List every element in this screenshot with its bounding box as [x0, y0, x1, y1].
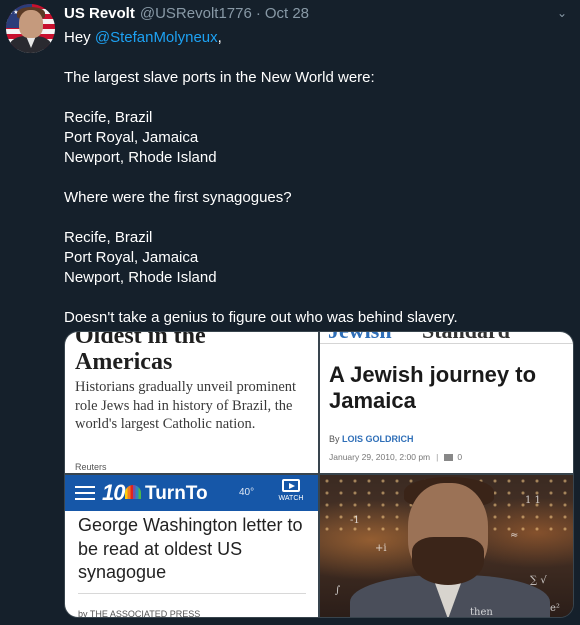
- greeting-line: Hey @StefanMolyneux,: [64, 28, 564, 48]
- closing-line: Doesn't take a genius to figure out who …: [64, 309, 458, 326]
- port-line: Port Royal, Jamaica: [64, 129, 199, 146]
- author-handle[interactable]: @USRevolt1776: [140, 5, 252, 22]
- article-date: January 29, 2010, 2:00 pm: [329, 452, 431, 462]
- meta-separator: |: [436, 452, 439, 462]
- article-meta: January 29, 2010, 2:00 pm | 0: [329, 452, 462, 462]
- question-line: Where were the first synagogues?: [64, 189, 292, 206]
- math-overlay: then: [470, 607, 493, 618]
- author-name[interactable]: US Revolt: [64, 5, 135, 22]
- divider: [78, 593, 306, 594]
- watch-label: WATCH: [278, 495, 304, 502]
- article-headline: Americas: [75, 349, 173, 375]
- media-tile-brazil-article[interactable]: Oldest in the Americas Historians gradua…: [65, 332, 318, 473]
- man-beard: [412, 537, 484, 585]
- separator: ·: [255, 5, 261, 22]
- greeting-prefix: Hey: [64, 29, 95, 46]
- port-line: Recife, Brazil: [64, 109, 153, 126]
- article-byline: by THE ASSOCIATED PRESS: [78, 609, 201, 618]
- article-title: George Washington letter to be read at o…: [78, 515, 303, 582]
- hamburger-menu-icon: [75, 486, 95, 500]
- play-icon: [282, 479, 300, 492]
- math-overlay: ≈: [510, 530, 519, 541]
- comment-icon: [444, 453, 454, 461]
- port-line: Newport, Rhode Island: [64, 149, 217, 166]
- media-tile-jamaica-article[interactable]: Jewish Standard A Jewish journey to Jama…: [320, 332, 573, 473]
- byline-author: LOIS GOLDRICH: [342, 434, 414, 444]
- comment-count: 0: [457, 452, 463, 462]
- weather-temp: 40°: [239, 487, 255, 498]
- synagogue-line: Newport, Rhode Island: [64, 269, 217, 286]
- avatar[interactable]: [6, 4, 55, 53]
- greeting-suffix: ,: [217, 29, 222, 46]
- article-byline: By LOIS GOLDRICH: [329, 434, 414, 444]
- station-logo: 10: [102, 480, 126, 505]
- timestamp[interactable]: Oct 28: [265, 5, 309, 22]
- article-deck: Historians gradually unveil prominent ro…: [75, 379, 297, 432]
- station-brand: TurnTo: [145, 483, 208, 504]
- news-site-bar: 10 TurnTo 40° WATCH: [65, 475, 318, 511]
- peacock-logo-icon: [125, 485, 141, 499]
- math-overlay: ∫: [335, 585, 341, 596]
- synagogue-line: Port Royal, Jamaica: [64, 249, 199, 266]
- watch-button: WATCH: [278, 479, 304, 502]
- intro-line: The largest slave ports in the New World…: [64, 69, 375, 86]
- byline-prefix: By: [329, 434, 343, 444]
- media-tile-washington-article[interactable]: 10 TurnTo 40° WATCH George Washington le…: [65, 475, 318, 618]
- article-title: A Jewish journey to Jamaica: [329, 362, 537, 413]
- article-credit: Reuters: [75, 462, 107, 472]
- math-overlay: ∑ √: [530, 575, 547, 586]
- avatar-face: [19, 10, 43, 38]
- mention-link[interactable]: @StefanMolyneux: [95, 29, 218, 46]
- math-overlay: -1: [350, 515, 360, 526]
- math-overlay: 1 1: [525, 495, 541, 506]
- tweet-header: US Revolt @USRevolt1776 · Oct 28: [64, 5, 309, 25]
- math-overlay: +i: [375, 543, 387, 554]
- masthead: Jewish Standard: [320, 332, 573, 344]
- media-tile-meme-image[interactable]: -1 1 1 +i ≈ ∑ √ then ∫ e²: [320, 475, 573, 618]
- article-headline-cut: Oldest in the: [75, 332, 206, 349]
- masthead-left: Jewish: [328, 332, 392, 343]
- synagogue-line: Recife, Brazil: [64, 229, 153, 246]
- math-overlay: e²: [550, 603, 560, 614]
- chevron-down-icon[interactable]: ⌄: [557, 7, 569, 19]
- tweet-text: Hey @StefanMolyneux, The largest slave p…: [64, 28, 564, 328]
- media-grid: Oldest in the Americas Historians gradua…: [64, 331, 574, 618]
- masthead-right: Standard: [422, 332, 510, 343]
